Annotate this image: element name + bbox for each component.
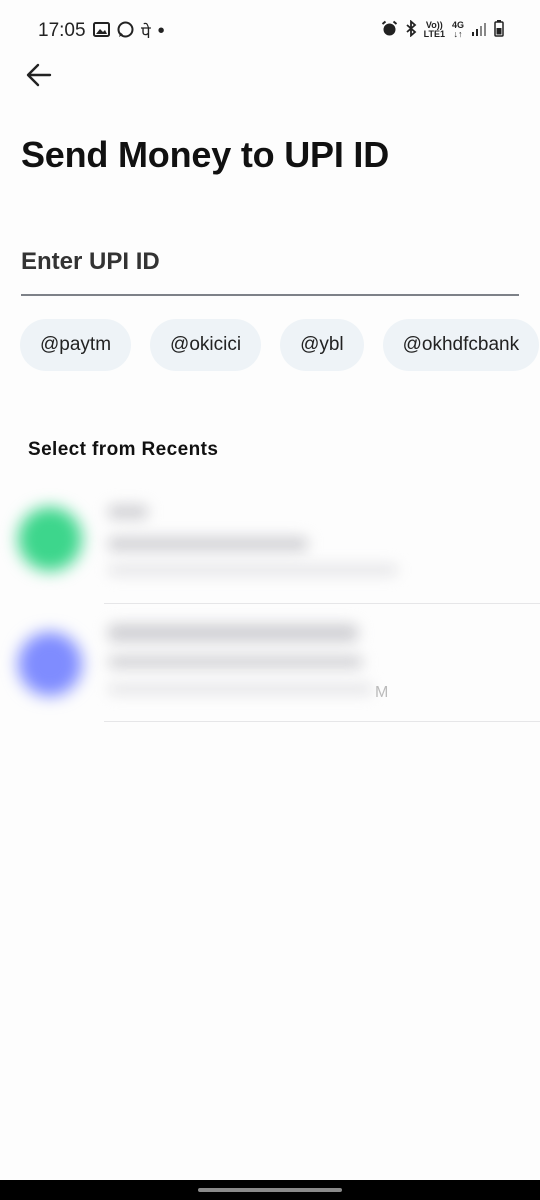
status-time: 17:05 [38,20,86,41]
recent-contact-row[interactable] [0,485,540,603]
chip-okhdfcbank[interactable]: @okhdfcbank [382,319,540,371]
chip-ybl[interactable]: @ybl [280,319,364,371]
upi-id-input[interactable] [21,232,519,276]
upi-id-field [21,232,519,296]
avatar [18,632,82,696]
status-right-icons: Vo)) LTE1 4G ↓↑ [381,19,504,40]
recent-contact-row[interactable]: M [0,604,540,722]
arrow-left-icon [26,63,52,87]
chip-okicici[interactable]: @okicici [150,319,262,371]
page-title: Send Money to UPI ID [21,134,390,175]
network-label: 4G [451,20,464,30]
upi-handle-chips: @paytm @okicici @ybl @okhdfcbank [20,319,540,371]
lte-label: LTE1 [423,29,445,39]
avatar [18,507,82,571]
alarm-icon [381,20,398,40]
contact-name-blurred [108,505,148,519]
image-icon [93,21,110,42]
battery-icon [494,20,504,40]
contact-trailing-text: M [375,684,389,701]
chip-paytm[interactable]: @paytm [20,319,132,371]
home-gesture-handle[interactable] [198,1188,342,1192]
contact-subtext-blurred [108,684,373,694]
dot-icon: • [157,20,165,42]
contact-subtext-blurred [108,565,398,575]
volte-icon: Vo)) LTE1 [424,21,445,39]
contact-name-blurred [108,624,358,642]
divider [104,721,540,722]
recents-title: Select from Recents [28,439,219,460]
whatsapp-icon [117,21,134,43]
status-bar: 17:05 पे • Vo)) LTE1 4G ↓↑ [0,0,540,62]
contact-detail-blurred [108,656,363,668]
status-left-icons: पे • [93,20,165,43]
bluetooth-icon [405,19,417,40]
navigation-bar [0,1180,540,1200]
4g-icon: 4G ↓↑ [451,20,464,39]
signal-icon [471,22,487,39]
pe-icon: पे [141,23,151,42]
back-button[interactable] [22,58,56,92]
contact-detail-blurred [108,537,308,551]
